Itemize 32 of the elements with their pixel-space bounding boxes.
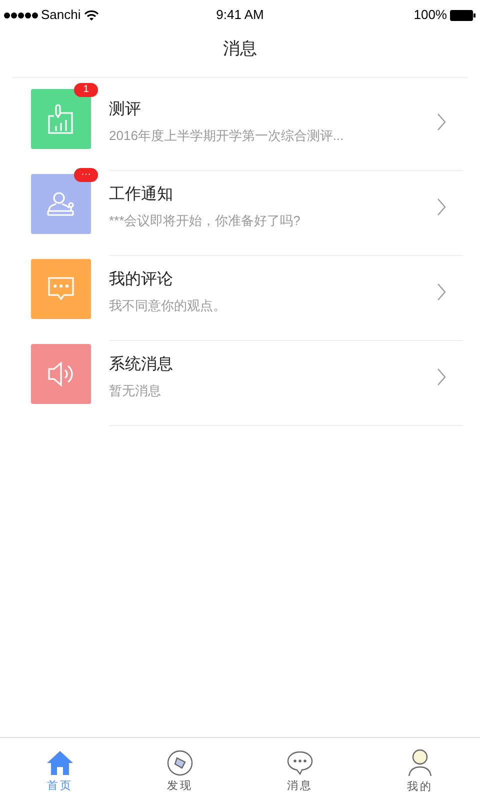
chat-bubble-icon (286, 750, 314, 776)
wifi-icon (84, 10, 99, 20)
person-stamp-icon (46, 191, 76, 217)
message-title: 系统消息 (109, 354, 174, 375)
page-title: 消息 (223, 38, 257, 60)
chart-pencil-icon (47, 104, 75, 134)
tab-bar-item[interactable]: 消息 (240, 738, 360, 800)
message-title: 测评 (109, 100, 142, 120)
comment-icon (47, 276, 75, 302)
chevron-right-icon[interactable] (437, 283, 446, 301)
message-title: 我的评论 (109, 270, 174, 290)
signal-icon (4, 12, 38, 18)
unread-badge: ··· (74, 168, 98, 182)
chevron-right-icon[interactable] (437, 113, 446, 131)
carrier-name: Sanchi (41, 6, 81, 24)
message-preview: 2016年度上半学期开学第一次综合测评... (109, 127, 345, 145)
compass-icon (167, 750, 193, 776)
battery-percent: 100% (414, 6, 447, 24)
unread-badge: 1 (74, 83, 98, 97)
message-preview: ***会议即将开始，你准备好了吗? (109, 212, 302, 230)
message-preview: 暂无消息 (109, 382, 162, 400)
chevron-right-icon[interactable] (437, 198, 446, 216)
message-title: 工作通知 (109, 184, 174, 205)
chevron-right-icon[interactable] (437, 368, 446, 386)
tab-bar-item[interactable]: 发现 (120, 738, 240, 800)
person-icon (407, 748, 433, 776)
tab-bar-item[interactable]: 我的 (360, 738, 480, 800)
home-icon (46, 750, 74, 776)
message-preview: 我不同意你的观点。 (109, 297, 227, 315)
speaker-icon (47, 360, 75, 388)
battery-icon (450, 10, 476, 20)
status-time: 9:41 AM (216, 6, 264, 24)
